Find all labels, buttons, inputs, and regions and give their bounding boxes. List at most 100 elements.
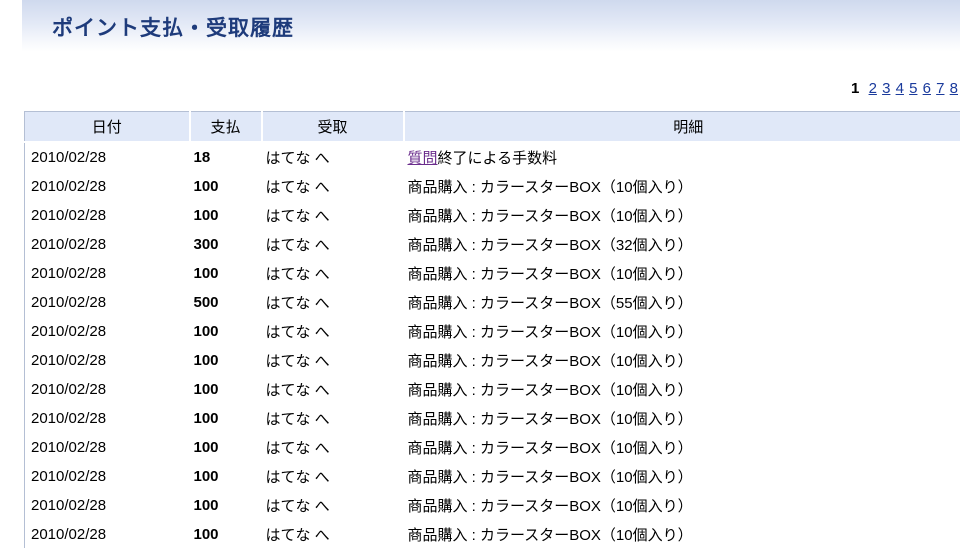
row-detail-text: 商品購入 : カラースターBOX（10個入り） — [407, 266, 693, 283]
row-receiver: はてな へ — [265, 411, 330, 428]
pager-link-7[interactable]: 7 — [936, 80, 944, 97]
row-detail-text: 商品購入 : カラースターBOX（10個入り） — [407, 353, 693, 370]
row-date: 2010/02/28 — [31, 526, 107, 543]
row-detail-text: 商品購入 : カラースターBOX（10個入り） — [407, 527, 693, 544]
page: ポイント支払・受取履歴 1 2 3 4 5 6 7 8 日付 支払 受取 明細 … — [0, 0, 960, 548]
row-detail: 商品購入 : カラースターBOX（10個入り） — [404, 317, 960, 346]
table-row: 2010/02/28 100 はてな へ 商品購入 : カラースターBOX（10個入り… — [25, 201, 960, 230]
row-detail: 商品購入 : カラースターBOX（10個入り） — [404, 259, 960, 288]
row-detail: 商品購入 : カラースターBOX（55個入り） — [404, 288, 960, 317]
row-detail: 商品購入 : カラースターBOX（10個入り） — [404, 433, 960, 462]
row-detail: 質問終了による手数料 — [404, 142, 960, 172]
row-payment: 100 — [193, 381, 219, 398]
row-date: 2010/02/28 — [31, 439, 107, 456]
row-detail-text: 商品購入 : カラースターBOX（10個入り） — [407, 440, 693, 457]
row-detail: 商品購入 : カラースターBOX（10個入り） — [404, 375, 960, 404]
table-row: 2010/02/28 500 はてな へ 商品購入 : カラースターBOX（55個入り… — [25, 288, 960, 317]
table-row: 2010/02/28 100 はてな へ 商品購入 : カラースターBOX（10個入り… — [25, 375, 960, 404]
row-receiver: はてな へ — [265, 266, 330, 283]
row-detail: 商品購入 : カラースターBOX（10個入り） — [404, 346, 960, 375]
row-receiver: はてな へ — [265, 237, 330, 254]
table-row: 2010/02/28 100 はてな へ 商品購入 : カラースターBOX（10個入り… — [25, 462, 960, 491]
row-receiver: はてな へ — [265, 324, 330, 341]
pager-link-6[interactable]: 6 — [923, 80, 931, 97]
row-detail: 商品購入 : カラースターBOX（10個入り） — [404, 172, 960, 201]
row-payment: 300 — [193, 236, 219, 253]
row-payment: 18 — [193, 149, 211, 166]
row-detail-text: 商品購入 : カラースターBOX（10個入り） — [407, 498, 693, 515]
row-detail: 商品購入 : カラースターBOX（10個入り） — [404, 404, 960, 433]
table-row: 2010/02/28 18 はてな へ 質問終了による手数料 — [25, 142, 960, 172]
row-detail-text: 商品購入 : カラースターBOX（32個入り） — [407, 237, 693, 254]
row-payment: 100 — [193, 352, 219, 369]
row-date: 2010/02/28 — [31, 149, 107, 166]
row-receiver: はてな へ — [265, 208, 330, 225]
row-date: 2010/02/28 — [31, 323, 107, 340]
row-date: 2010/02/28 — [31, 207, 107, 224]
row-detail-text: 商品購入 : カラースターBOX（10個入り） — [407, 469, 693, 486]
row-payment: 100 — [193, 207, 219, 224]
row-date: 2010/02/28 — [31, 294, 107, 311]
pager-link-2[interactable]: 2 — [869, 80, 877, 97]
table-row: 2010/02/28 100 はてな へ 商品購入 : カラースターBOX（10個入り… — [25, 346, 960, 375]
row-detail-text: 商品購入 : カラースターBOX（55個入り） — [407, 295, 693, 312]
row-date: 2010/02/28 — [31, 236, 107, 253]
pagination: 1 2 3 4 5 6 7 8 — [851, 80, 958, 97]
row-detail: 商品購入 : カラースターBOX（10個入り） — [404, 201, 960, 230]
row-receiver: はてな へ — [265, 382, 330, 399]
row-payment: 100 — [193, 323, 219, 340]
pager-link-4[interactable]: 4 — [896, 80, 904, 97]
row-receiver: はてな へ — [265, 179, 330, 196]
row-payment: 100 — [193, 265, 219, 282]
table-row: 2010/02/28 300 はてな へ 商品購入 : カラースターBOX（32個入り… — [25, 230, 960, 259]
row-detail-text: 商品購入 : カラースターBOX（10個入り） — [407, 208, 693, 225]
row-receiver: はてな へ — [265, 440, 330, 457]
row-receiver: はてな へ — [265, 527, 330, 544]
row-receiver: はてな へ — [265, 150, 330, 167]
row-payment: 100 — [193, 439, 219, 456]
row-payment: 100 — [193, 497, 219, 514]
row-detail-text: 商品購入 : カラースターBOX（10個入り） — [407, 324, 693, 341]
pager-link-5[interactable]: 5 — [909, 80, 917, 97]
row-detail-text: 商品購入 : カラースターBOX（10個入り） — [407, 179, 693, 196]
table-row: 2010/02/28 100 はてな へ 商品購入 : カラースターBOX（10個入り… — [25, 404, 960, 433]
table-row: 2010/02/28 100 はてな へ 商品購入 : カラースターBOX（10個入り… — [25, 172, 960, 201]
pager-link-3[interactable]: 3 — [882, 80, 890, 97]
pager-link-8[interactable]: 8 — [950, 80, 958, 97]
page-header: ポイント支払・受取履歴 — [22, 0, 960, 52]
row-detail-text: 商品購入 : カラースターBOX（10個入り） — [407, 411, 693, 428]
row-detail: 商品購入 : カラースターBOX（32個入り） — [404, 230, 960, 259]
row-receiver: はてな へ — [265, 469, 330, 486]
pager-current-page: 1 — [851, 80, 860, 97]
table-row: 2010/02/28 100 はてな へ 商品購入 : カラースターBOX（10個入り… — [25, 317, 960, 346]
row-payment: 100 — [193, 410, 219, 427]
row-detail: 商品購入 : カラースターBOX（10個入り） — [404, 491, 960, 520]
row-detail: 商品購入 : カラースターBOX（10個入り） — [404, 462, 960, 491]
table-row: 2010/02/28 100 はてな へ 商品購入 : カラースターBOX（10個入り… — [25, 433, 960, 462]
row-payment: 100 — [193, 526, 219, 543]
row-detail-text: 商品購入 : カラースターBOX（10個入り） — [407, 382, 693, 399]
row-payment: 100 — [193, 468, 219, 485]
row-receiver: はてな へ — [265, 498, 330, 515]
column-header-receiver: 受取 — [261, 111, 405, 143]
column-header-payment: 支払 — [189, 111, 263, 143]
row-date: 2010/02/28 — [31, 265, 107, 282]
row-date: 2010/02/28 — [31, 468, 107, 485]
page-title: ポイント支払・受取履歴 — [52, 16, 294, 40]
column-header-detail: 明細 — [403, 111, 960, 143]
table-row: 2010/02/28 100 はてな へ 商品購入 : カラースターBOX（10個入り… — [25, 520, 960, 548]
row-date: 2010/02/28 — [31, 352, 107, 369]
table-row: 2010/02/28 100 はてな へ 商品購入 : カラースターBOX（10個入り… — [25, 259, 960, 288]
column-header-date: 日付 — [24, 111, 191, 143]
row-detail: 商品購入 : カラースターBOX（10個入り） — [404, 520, 960, 548]
row-date: 2010/02/28 — [31, 381, 107, 398]
point-history-table: 日付 支払 受取 明細 2010/02/28 18 はてな へ質問終了による手数料 2… — [24, 111, 960, 548]
row-payment: 500 — [193, 294, 219, 311]
table-row: 2010/02/28 100 はてな へ 商品購入 : カラースターBOX（10個入り… — [25, 491, 960, 520]
row-date: 2010/02/28 — [31, 410, 107, 427]
row-receiver: はてな へ — [265, 295, 330, 312]
question-link[interactable]: 質問 — [408, 150, 438, 167]
row-date: 2010/02/28 — [31, 497, 107, 514]
table-header-row: 日付 支払 受取 明細 — [24, 111, 960, 143]
row-payment: 100 — [193, 178, 219, 195]
